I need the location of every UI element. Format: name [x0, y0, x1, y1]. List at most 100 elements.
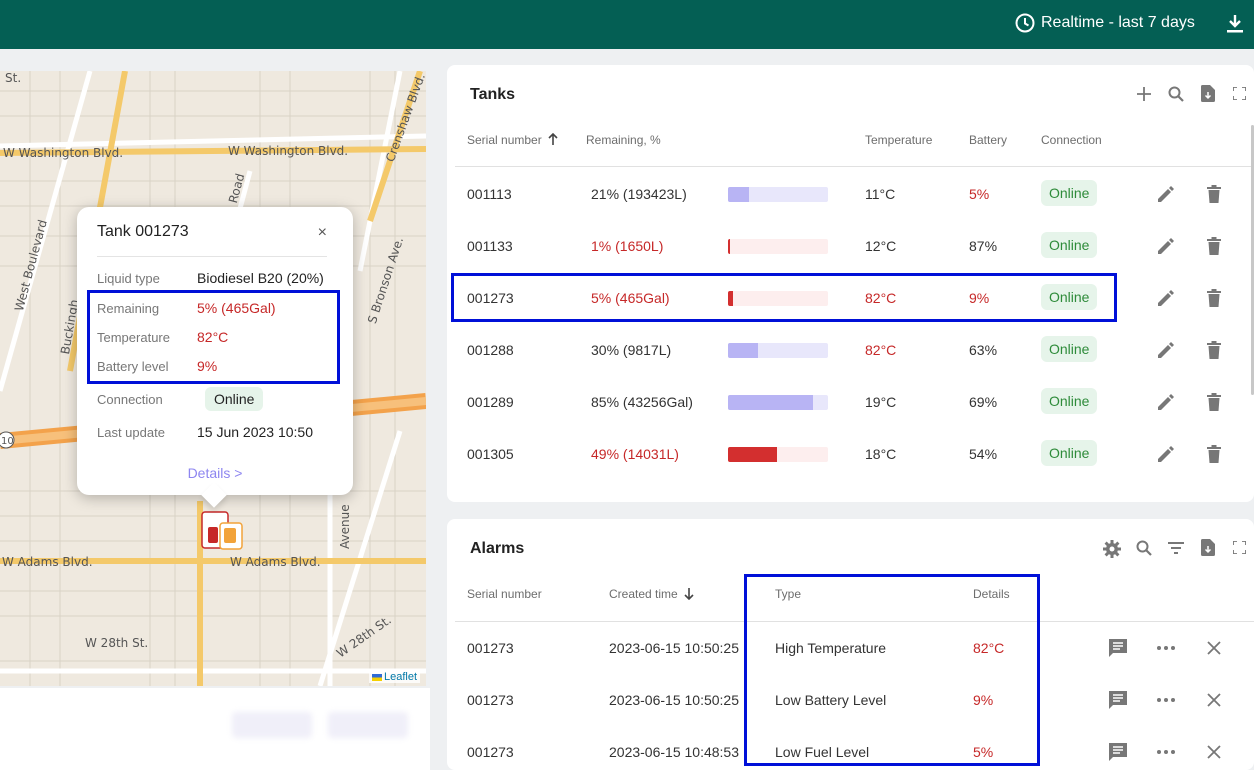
- battery-cell: 54%: [969, 446, 998, 462]
- delete-icon[interactable]: [1207, 445, 1221, 463]
- download-icon[interactable]: [1226, 14, 1244, 34]
- divider: [455, 166, 1254, 167]
- serial-cell: 001305: [467, 446, 514, 462]
- sort-desc-icon[interactable]: [684, 588, 694, 600]
- enable-all-button[interactable]: [232, 712, 312, 738]
- edit-icon[interactable]: [1157, 185, 1175, 203]
- column-header-serial[interactable]: Serial number: [467, 587, 542, 601]
- created-time-cell: 2023-06-15 10:50:25: [609, 692, 739, 708]
- clock-icon: [1015, 13, 1035, 33]
- edit-icon[interactable]: [1157, 341, 1175, 359]
- more-icon[interactable]: [1157, 750, 1175, 754]
- edit-icon[interactable]: [1157, 289, 1175, 307]
- map-label: W Washington Blvd.: [228, 144, 349, 158]
- progress-fill: [728, 343, 758, 358]
- column-header-label: Serial number: [467, 133, 542, 147]
- gear-icon[interactable]: [1103, 540, 1121, 558]
- map-label: W 28th St.: [85, 636, 149, 650]
- search-icon[interactable]: [1136, 540, 1152, 556]
- serial-cell: 001113: [467, 186, 512, 202]
- popup-value: 15 Jun 2023 10:50: [197, 424, 313, 440]
- column-header-battery[interactable]: Battery: [969, 133, 1007, 147]
- edit-icon[interactable]: [1157, 237, 1175, 255]
- disable-all-button[interactable]: [328, 712, 408, 738]
- battery-cell: 69%: [969, 394, 998, 410]
- remaining-cell: 1% (1650L): [591, 238, 664, 254]
- highlight-box: [87, 290, 340, 384]
- created-time-cell: 2023-06-15 10:50:25: [609, 640, 739, 656]
- temperature-cell: 18°C: [865, 446, 897, 462]
- temperature-cell: 11°C: [865, 186, 896, 202]
- map-attribution[interactable]: Leaflet: [368, 671, 420, 683]
- progress-fill: [728, 187, 749, 202]
- column-header-remaining[interactable]: Remaining, %: [586, 133, 661, 147]
- progress-fill: [728, 239, 730, 254]
- export-file-icon[interactable]: [1201, 85, 1215, 102]
- comment-icon[interactable]: [1108, 742, 1128, 762]
- edit-icon[interactable]: [1157, 445, 1175, 463]
- battery-cell: 87%: [969, 238, 998, 254]
- details-link[interactable]: Details >: [77, 465, 353, 481]
- column-header-created-time[interactable]: Created time: [609, 587, 678, 601]
- panel-title: Alarms: [470, 540, 525, 557]
- popup-title: Tank 001273: [97, 223, 189, 240]
- fullscreen-icon[interactable]: [1233, 87, 1246, 100]
- temperature-cell: 82°C: [865, 342, 897, 358]
- highlight-box: [744, 574, 1040, 766]
- more-icon[interactable]: [1157, 646, 1175, 650]
- column-header-connection[interactable]: Connection: [1041, 133, 1102, 147]
- panel-title: Tanks: [470, 86, 516, 103]
- comment-icon[interactable]: [1108, 638, 1128, 658]
- status-badge: Online: [1041, 336, 1098, 362]
- remaining-progress-bar: [728, 447, 828, 462]
- attribution-link[interactable]: Leaflet: [384, 671, 417, 683]
- close-icon[interactable]: [1207, 641, 1221, 655]
- divider: [97, 256, 327, 257]
- delete-icon[interactable]: [1207, 185, 1221, 203]
- add-icon[interactable]: [1137, 87, 1151, 101]
- delete-icon[interactable]: [1207, 341, 1221, 359]
- popup-key: Liquid type: [97, 271, 160, 286]
- status-badge: Online: [1041, 440, 1098, 466]
- map-footer: [0, 688, 430, 770]
- serial-cell: 001289: [467, 394, 514, 410]
- sort-asc-icon[interactable]: [548, 133, 558, 145]
- comment-icon[interactable]: [1108, 690, 1128, 710]
- popup-key: Connection: [97, 392, 163, 407]
- map-label: St.: [5, 71, 22, 85]
- close-icon[interactable]: [1207, 745, 1221, 759]
- serial-cell: 001273: [467, 744, 514, 760]
- edit-icon[interactable]: [1157, 393, 1175, 411]
- map-label: W Adams Blvd.: [230, 555, 321, 569]
- fullscreen-icon[interactable]: [1233, 541, 1246, 554]
- battery-cell: 63%: [969, 342, 998, 358]
- more-icon[interactable]: [1157, 698, 1175, 702]
- remaining-progress-bar: [728, 239, 828, 254]
- delete-icon[interactable]: [1207, 393, 1221, 411]
- filter-icon[interactable]: [1168, 542, 1184, 554]
- status-badge: Online: [205, 387, 264, 411]
- time-range-selector[interactable]: Realtime - last 7 days: [1015, 13, 1195, 33]
- export-file-icon[interactable]: [1201, 539, 1215, 556]
- progress-fill: [728, 447, 777, 462]
- column-header-temperature[interactable]: Temperature: [865, 133, 932, 147]
- created-time-cell: 2023-06-15 10:48:53: [609, 744, 739, 760]
- close-icon[interactable]: [1207, 693, 1221, 707]
- popup-value: Biodiesel B20 (20%): [197, 270, 324, 286]
- map-label: W Washington Blvd.: [3, 146, 124, 160]
- search-icon[interactable]: [1168, 86, 1184, 102]
- highlight-box: [451, 273, 1117, 322]
- delete-icon[interactable]: [1207, 289, 1221, 307]
- serial-cell: 001288: [467, 342, 514, 358]
- column-header-serial[interactable]: Serial number: [467, 133, 542, 147]
- remaining-progress-bar: [728, 187, 828, 202]
- delete-icon[interactable]: [1207, 237, 1221, 255]
- status-badge: Online: [1041, 232, 1098, 258]
- map-label: Avenue: [338, 504, 352, 549]
- serial-cell: 001273: [467, 692, 514, 708]
- serial-cell: 001133: [467, 238, 513, 254]
- close-icon[interactable]: ×: [318, 224, 327, 242]
- remaining-cell: 21% (193423L): [591, 186, 687, 202]
- status-badge: Online: [1041, 388, 1098, 414]
- remaining-progress-bar: [728, 343, 828, 358]
